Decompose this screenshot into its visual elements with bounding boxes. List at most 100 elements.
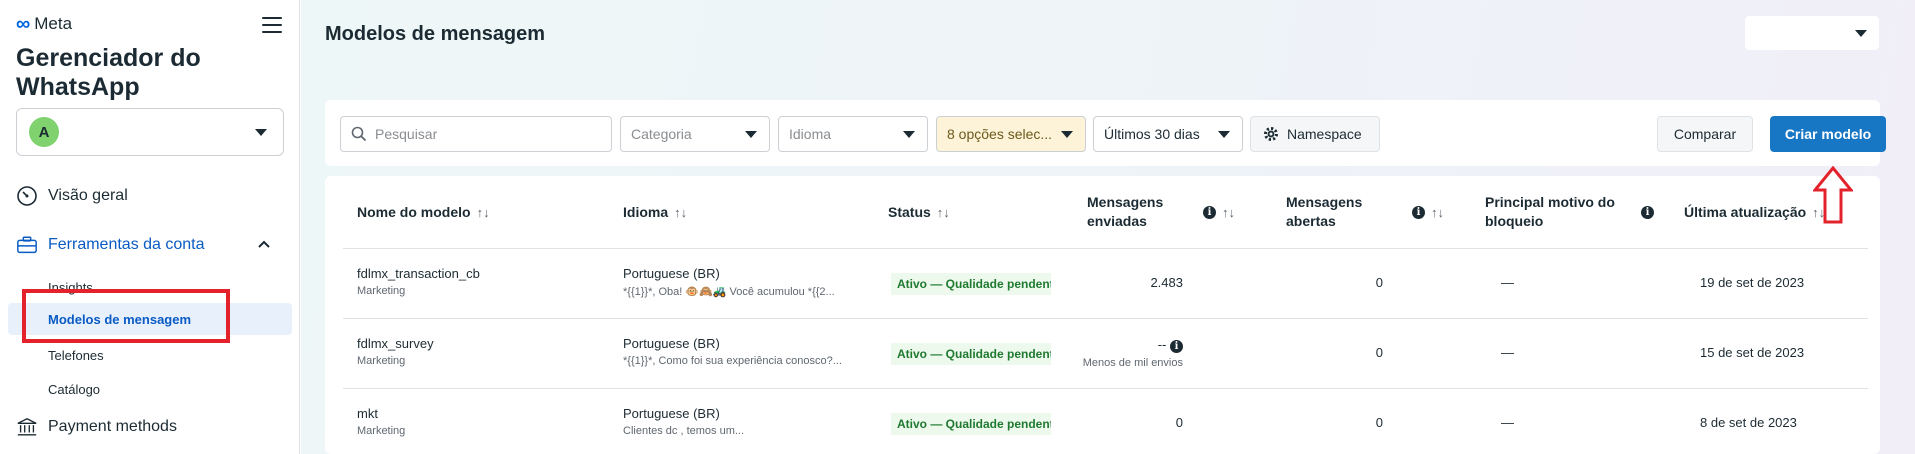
column-header-opened[interactable]: Mensagens abertas i ↑↓ bbox=[1286, 176, 1471, 248]
meta-logo[interactable]: ∞ Meta bbox=[16, 14, 72, 34]
app-title: Gerenciador do WhatsApp bbox=[16, 44, 201, 101]
nav-payment-methods-label: Payment methods bbox=[48, 418, 177, 435]
speedometer-icon bbox=[16, 185, 38, 207]
chevron-down-icon bbox=[1218, 131, 1230, 138]
status-filter-dropdown[interactable]: 8 opções selec... bbox=[936, 116, 1086, 152]
column-header-language[interactable]: Idioma ↑↓ bbox=[623, 176, 823, 248]
template-preview: *{{1}}*, Oba! 🐵🙈🚜 Você acumulou *{{2... bbox=[623, 286, 835, 298]
column-header-sent[interactable]: Mensagens enviadas i ↑↓ bbox=[1087, 176, 1272, 248]
chevron-down-icon bbox=[1855, 30, 1867, 37]
chevron-down-icon bbox=[745, 131, 757, 138]
template-language: Portuguese (BR) bbox=[623, 406, 720, 421]
chevron-up-icon[interactable] bbox=[257, 239, 271, 249]
opened-count: 0 bbox=[1375, 345, 1383, 360]
briefcase-icon bbox=[16, 234, 38, 256]
sent-count-cell: -- i Menos de mil envios bbox=[1023, 337, 1183, 369]
last-updated: 15 de set de 2023 bbox=[1700, 345, 1805, 360]
templates-table: Nome do modelo ↑↓ Idioma ↑↓ Status ↑↓ Me… bbox=[325, 176, 1880, 454]
template-name[interactable]: fdlmx_survey bbox=[357, 336, 434, 351]
sent-count-value: -- bbox=[1157, 337, 1167, 352]
template-preview: *{{1}}*, Como foi sua experiência conosc… bbox=[623, 355, 842, 367]
date-range-label: Últimos 30 dias bbox=[1104, 126, 1200, 142]
info-icon[interactable]: i bbox=[1412, 205, 1425, 219]
hamburger-icon[interactable] bbox=[262, 17, 282, 33]
sort-icon[interactable]: ↑↓ bbox=[1222, 203, 1235, 222]
annotation-arrow-up-icon bbox=[1813, 166, 1853, 224]
nav-account-tools[interactable]: Ferramentas da conta bbox=[16, 234, 205, 256]
block-reason: — bbox=[1501, 275, 1514, 290]
sent-count-note: Menos de mil envios bbox=[1082, 357, 1183, 369]
annotation-highlight-box bbox=[22, 289, 230, 343]
info-icon[interactable]: i bbox=[1641, 205, 1654, 219]
sent-count: 0 bbox=[1175, 415, 1183, 430]
nav-phones[interactable]: Telefones bbox=[48, 348, 104, 363]
sort-icon[interactable]: ↑↓ bbox=[937, 203, 950, 222]
nav-overview-label: Visão geral bbox=[48, 187, 128, 204]
template-name[interactable]: mkt bbox=[357, 406, 405, 421]
category-dropdown[interactable]: Categoria bbox=[620, 116, 770, 152]
sort-icon[interactable]: ↑↓ bbox=[674, 203, 687, 222]
create-template-button[interactable]: Criar modelo bbox=[1770, 116, 1886, 152]
template-name[interactable]: fdlmx_transaction_cb bbox=[357, 266, 480, 281]
sent-count: 2.483 bbox=[1150, 275, 1183, 290]
template-name-cell: mkt Marketing bbox=[357, 406, 405, 437]
search-box[interactable] bbox=[340, 116, 612, 152]
column-header-name-label: Nome do modelo bbox=[357, 203, 471, 220]
chevron-down-icon bbox=[255, 129, 267, 136]
table-row[interactable]: fdlmx_survey Marketing Portuguese (BR) *… bbox=[343, 318, 1868, 388]
filter-toolbar: Categoria Idioma 8 opções selec... Últim… bbox=[325, 100, 1886, 166]
search-input[interactable] bbox=[375, 126, 595, 142]
template-language: Portuguese (BR) bbox=[623, 266, 720, 281]
nav-account-tools-label: Ferramentas da conta bbox=[48, 236, 205, 253]
meta-brand-text: Meta bbox=[34, 14, 73, 33]
column-header-sent-label: Mensagens enviadas bbox=[1087, 194, 1164, 229]
bank-icon bbox=[16, 416, 38, 438]
template-preview: Clientes dc , temos um... bbox=[623, 425, 745, 437]
template-name-cell: fdlmx_transaction_cb Marketing bbox=[357, 266, 480, 297]
sent-count: -- i bbox=[1023, 337, 1183, 353]
template-name-cell: fdlmx_survey Marketing bbox=[357, 336, 434, 367]
compare-button[interactable]: Comparar bbox=[1657, 116, 1753, 152]
namespace-button-label: Namespace bbox=[1287, 126, 1362, 142]
sidebar: ∞ Meta Gerenciador do WhatsApp A Visão g… bbox=[0, 0, 300, 454]
info-icon[interactable]: i bbox=[1170, 340, 1183, 353]
sort-icon[interactable]: ↑↓ bbox=[1431, 203, 1444, 222]
column-header-status[interactable]: Status ↑↓ bbox=[888, 176, 1058, 248]
nav-overview[interactable]: Visão geral bbox=[16, 185, 128, 207]
template-language: Portuguese (BR) bbox=[623, 336, 720, 351]
opened-count: 0 bbox=[1375, 415, 1383, 430]
block-reason: — bbox=[1501, 415, 1514, 430]
status-badge: Ativo — Qualidade pendente bbox=[891, 273, 1051, 295]
sort-icon[interactable]: ↑↓ bbox=[477, 203, 490, 222]
opened-count: 0 bbox=[1375, 275, 1383, 290]
table-row[interactable]: mkt Marketing Portuguese (BR) Clientes d… bbox=[343, 388, 1868, 454]
page-title: Modelos de mensagem bbox=[325, 23, 546, 45]
column-header-block-reason: Principal motivo do bloqueio i bbox=[1485, 176, 1660, 248]
column-header-opened-label: Mensagens abertas bbox=[1286, 194, 1363, 229]
column-header-updated-label: Última atualização bbox=[1684, 203, 1807, 220]
template-category: Marketing bbox=[357, 355, 406, 367]
search-icon bbox=[351, 126, 367, 142]
language-dropdown-label: Idioma bbox=[789, 126, 832, 142]
account-avatar: A bbox=[29, 117, 59, 147]
date-range-dropdown[interactable]: Últimos 30 dias bbox=[1093, 116, 1243, 152]
last-updated: 8 de set de 2023 bbox=[1700, 415, 1797, 430]
template-category: Marketing bbox=[357, 425, 406, 437]
account-selector[interactable]: A bbox=[16, 108, 284, 156]
column-header-status-label: Status bbox=[888, 203, 931, 220]
info-icon[interactable]: i bbox=[1203, 205, 1216, 219]
status-filter-label: 8 opções selec... bbox=[947, 126, 1053, 142]
category-dropdown-label: Categoria bbox=[631, 126, 692, 142]
main-content: Modelos de mensagem Categoria Idioma 8 o… bbox=[301, 0, 1915, 454]
language-dropdown[interactable]: Idioma bbox=[778, 116, 928, 152]
last-updated: 19 de set de 2023 bbox=[1700, 275, 1805, 290]
namespace-button[interactable]: Namespace bbox=[1250, 116, 1380, 152]
column-header-language-label: Idioma bbox=[623, 203, 669, 220]
business-selector[interactable] bbox=[1745, 16, 1879, 50]
template-language-cell: Portuguese (BR) *{{1}}*, Oba! 🐵🙈🚜 Você a… bbox=[623, 266, 835, 298]
column-header-block-reason-label: Principal motivo do bloqueio bbox=[1485, 194, 1615, 229]
nav-payment-methods[interactable]: Payment methods bbox=[16, 416, 177, 438]
nav-catalog[interactable]: Catálogo bbox=[48, 382, 100, 397]
table-row[interactable]: fdlmx_transaction_cb Marketing Portugues… bbox=[343, 248, 1868, 318]
column-header-name[interactable]: Nome do modelo ↑↓ bbox=[357, 176, 557, 248]
